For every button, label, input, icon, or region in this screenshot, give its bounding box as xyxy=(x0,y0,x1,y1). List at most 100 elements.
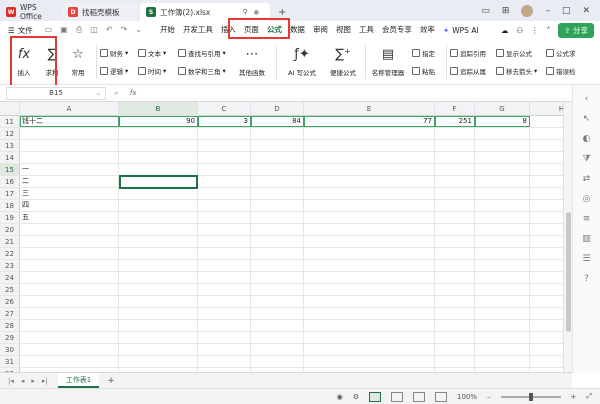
grid-cell[interactable] xyxy=(435,332,475,343)
grid-cell[interactable] xyxy=(20,272,119,283)
grid-cell[interactable] xyxy=(198,212,251,223)
grid-cell[interactable] xyxy=(304,212,435,223)
grid-cell[interactable]: 一 xyxy=(20,164,119,175)
minimize-icon[interactable]: – xyxy=(545,6,550,16)
grid-cell[interactable] xyxy=(20,284,119,295)
grid-cell[interactable] xyxy=(530,296,563,307)
grid-cell[interactable] xyxy=(304,344,435,355)
grid-cell[interactable]: 二 xyxy=(20,176,119,187)
grid-cell[interactable] xyxy=(198,236,251,247)
text-button[interactable]: 文本 ▾ xyxy=(138,46,166,59)
menu-review[interactable]: 审阅 xyxy=(309,21,332,39)
grid-cell[interactable] xyxy=(198,200,251,211)
grid-cell[interactable] xyxy=(198,308,251,319)
grid-cell[interactable] xyxy=(530,188,563,199)
grid-cell[interactable] xyxy=(475,176,530,187)
maximize-icon[interactable]: □ xyxy=(562,6,571,16)
first-sheet-icon[interactable]: |◂ xyxy=(8,377,14,385)
grid-cell[interactable] xyxy=(304,248,435,259)
grid-cell[interactable] xyxy=(435,152,475,163)
grid-cell[interactable] xyxy=(530,356,563,367)
grid-cell[interactable] xyxy=(435,200,475,211)
grid-cell[interactable] xyxy=(435,260,475,271)
grid-cell[interactable] xyxy=(530,248,563,259)
tab-docer-templates[interactable]: D 找稻壳模板 xyxy=(62,3,138,21)
row-header[interactable]: 16 xyxy=(0,176,20,187)
settings-icon[interactable]: ⚙ xyxy=(353,393,359,401)
grid-cell[interactable] xyxy=(475,260,530,271)
spreadsheet-grid[interactable]: A B C D E F G H I 11钱十二90384772518121314… xyxy=(0,102,563,372)
grid-cell[interactable] xyxy=(119,272,198,283)
menu-developer[interactable]: 开发工具 xyxy=(179,21,217,39)
evaluate-formula-button[interactable]: 公式求 xyxy=(546,46,576,59)
grid-cell[interactable] xyxy=(435,344,475,355)
grid-cell[interactable] xyxy=(251,152,304,163)
lookup-button[interactable]: 查找与引用 ▾ xyxy=(178,46,226,59)
row-header[interactable]: 27 xyxy=(0,308,20,319)
grid-cell[interactable] xyxy=(304,296,435,307)
prev-sheet-icon[interactable]: ◂ xyxy=(21,377,25,385)
zoom-search-icon[interactable]: ⌕ xyxy=(114,89,118,98)
page-layout-view-icon[interactable] xyxy=(413,391,425,402)
target-icon[interactable]: ◎ xyxy=(581,193,593,205)
grid-cell[interactable] xyxy=(198,152,251,163)
name-manager-button[interactable]: ▤ 名称管理器 xyxy=(368,45,408,77)
grid-cell[interactable] xyxy=(119,296,198,307)
grid-cell[interactable] xyxy=(530,212,563,223)
grid-cell[interactable] xyxy=(435,236,475,247)
grid-cell[interactable] xyxy=(20,248,119,259)
fx-icon[interactable]: fx xyxy=(130,89,137,98)
grid-cell[interactable] xyxy=(475,212,530,223)
paste-name-button[interactable]: 粘贴 xyxy=(412,64,435,77)
grid-cell[interactable] xyxy=(530,164,563,175)
grid-cell[interactable] xyxy=(475,164,530,175)
grid-cell[interactable] xyxy=(251,296,304,307)
grid-cell[interactable] xyxy=(119,224,198,235)
grid-cell[interactable] xyxy=(435,272,475,283)
show-formulas-button[interactable]: 显示公式 xyxy=(496,46,532,59)
add-sheet-button[interactable]: + xyxy=(107,376,115,386)
grid-cell[interactable] xyxy=(304,224,435,235)
layers-icon[interactable]: ▥ xyxy=(581,233,593,245)
row-header[interactable]: 22 xyxy=(0,248,20,259)
more-options-icon[interactable]: ⋮ xyxy=(531,26,539,35)
grid-cell[interactable] xyxy=(435,128,475,139)
grid-cell[interactable] xyxy=(475,284,530,295)
grid-cell[interactable] xyxy=(20,332,119,343)
column-header[interactable]: G xyxy=(475,102,530,116)
cloud-sync-icon[interactable]: ☁ xyxy=(501,26,509,35)
grid-cell[interactable] xyxy=(304,176,435,187)
vertical-scrollbar[interactable] xyxy=(563,102,572,372)
grid-cell[interactable] xyxy=(304,152,435,163)
grid-cell[interactable] xyxy=(475,272,530,283)
grid-cell[interactable] xyxy=(304,188,435,199)
column-header[interactable]: D xyxy=(251,102,304,116)
sheet-tab[interactable]: 工作表1 xyxy=(57,373,100,388)
collaborate-icon[interactable]: ⚇ xyxy=(516,26,523,35)
grid-cell[interactable]: 五 xyxy=(20,212,119,223)
row-header[interactable]: 17 xyxy=(0,188,20,199)
screen-icon[interactable]: ▭ xyxy=(481,6,490,16)
grid-cell[interactable] xyxy=(435,164,475,175)
wps-ai-button[interactable]: ✦ WPS AI xyxy=(443,26,479,35)
grid-cell[interactable] xyxy=(304,272,435,283)
collapse-ribbon-icon[interactable]: ˄ xyxy=(547,26,551,35)
grid-cell[interactable] xyxy=(119,188,198,199)
open-folder-icon[interactable]: ▭ xyxy=(45,25,53,35)
grid-cell[interactable] xyxy=(119,140,198,151)
chevron-left-icon[interactable]: ‹ xyxy=(581,93,593,105)
column-header[interactable]: F xyxy=(435,102,475,116)
column-header[interactable]: C xyxy=(198,102,251,116)
grid-cell[interactable] xyxy=(119,284,198,295)
grid-cell[interactable] xyxy=(304,284,435,295)
grid-cell[interactable] xyxy=(198,344,251,355)
zoom-slider[interactable] xyxy=(500,392,561,401)
row-header[interactable]: 14 xyxy=(0,152,20,163)
grid-cell[interactable] xyxy=(251,200,304,211)
grid-cell[interactable] xyxy=(20,128,119,139)
grid-cell[interactable] xyxy=(20,356,119,367)
grid-cell[interactable] xyxy=(119,236,198,247)
define-name-button[interactable]: 指定 xyxy=(412,46,435,59)
row-header[interactable]: 31 xyxy=(0,356,20,367)
filter-icon[interactable]: ⧩ xyxy=(581,153,593,165)
